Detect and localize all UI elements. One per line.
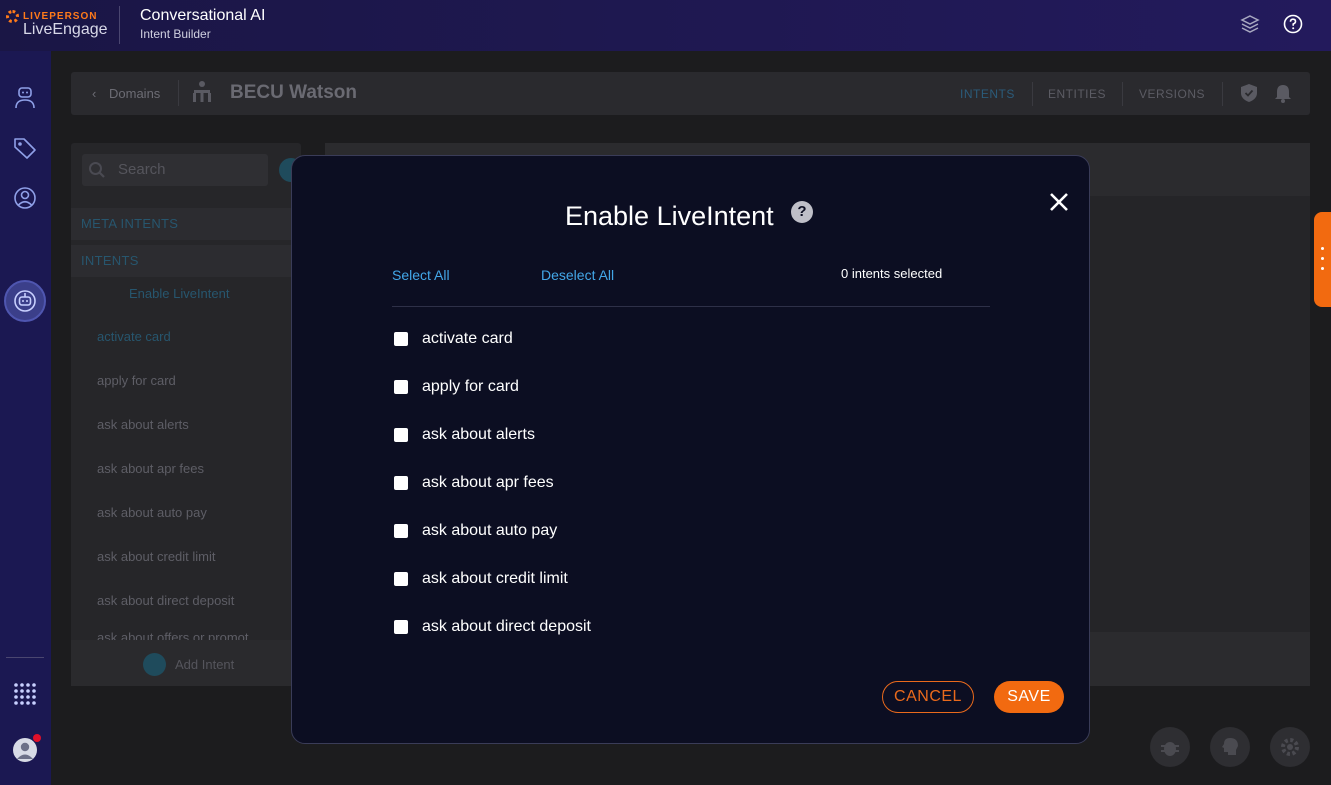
- debug-button[interactable]: [1150, 727, 1190, 767]
- top-bar: LIVEPERSON LiveEngage Conversational AI …: [0, 0, 1331, 51]
- intent-checkbox[interactable]: [394, 476, 408, 490]
- layers-icon[interactable]: [1240, 14, 1260, 34]
- tag-icon[interactable]: [11, 134, 39, 162]
- agent-bot-icon[interactable]: [11, 84, 39, 112]
- list-item[interactable]: ask about auto pay: [97, 505, 207, 520]
- list-item[interactable]: ask about direct deposit: [97, 593, 234, 608]
- add-intent-button[interactable]: Add Intent: [175, 657, 234, 672]
- header-divider: [119, 6, 120, 44]
- save-button[interactable]: SAVE: [994, 681, 1064, 713]
- search-icon: [89, 162, 105, 178]
- tab-entities[interactable]: ENTITIES: [1048, 87, 1106, 101]
- settings-button[interactable]: [1270, 727, 1310, 767]
- feedback-side-tab[interactable]: [1314, 212, 1331, 307]
- brain-icon: [1222, 738, 1238, 755]
- tab-divider: [1222, 82, 1223, 106]
- brain-button[interactable]: [1210, 727, 1250, 767]
- nav-divider: [6, 657, 44, 658]
- list-item[interactable]: apply for card: [97, 373, 176, 388]
- app-title: Conversational AI: [140, 7, 266, 24]
- select-all-link[interactable]: Select All: [392, 267, 450, 283]
- domain-title: BECU Watson: [230, 82, 358, 103]
- brand-name: LiveEngage: [23, 21, 108, 38]
- bug-icon: [1161, 742, 1179, 756]
- liveengage-logo[interactable]: LIVEPERSON LiveEngage: [6, 9, 116, 41]
- tab-intents[interactable]: INTENTS: [960, 87, 1015, 101]
- tab-divider: [1032, 82, 1033, 106]
- close-icon[interactable]: [1046, 189, 1072, 215]
- intent-option-label: ask about direct deposit: [422, 618, 591, 635]
- intent-option-label: apply for card: [422, 378, 519, 395]
- plus-circle-icon[interactable]: [143, 653, 166, 676]
- intent-option-label: ask about auto pay: [422, 522, 558, 539]
- org-chart-icon: [193, 81, 211, 102]
- search-input[interactable]: [82, 154, 268, 186]
- breadcrumb-domains-link[interactable]: Domains: [109, 86, 160, 101]
- intents-header[interactable]: INTENTS: [71, 245, 301, 277]
- liveperson-logo-icon: [6, 10, 19, 23]
- settings-icon: [1281, 738, 1299, 756]
- left-nav: [0, 51, 51, 785]
- modal-title: Enable LiveIntent: [565, 201, 774, 231]
- enable-liveintent-modal: [291, 155, 1090, 744]
- meta-intents-label: META INTENTS: [81, 216, 179, 231]
- intent-option-label: activate card: [422, 330, 513, 347]
- list-item[interactable]: ask about apr fees: [97, 461, 204, 476]
- intent-checkbox[interactable]: [394, 620, 408, 634]
- intent-option-label: ask about credit limit: [422, 570, 568, 587]
- intent-option-label: ask about apr fees: [422, 474, 554, 491]
- intent-option-label: ask about alerts: [422, 426, 535, 443]
- intent-checkbox[interactable]: [394, 380, 408, 394]
- list-item[interactable]: ask about alerts: [97, 417, 189, 432]
- notification-dot: [33, 734, 41, 742]
- intent-checkbox[interactable]: [394, 524, 408, 538]
- tab-versions[interactable]: VERSIONS: [1139, 87, 1205, 101]
- meta-intents-header[interactable]: META INTENTS: [71, 208, 301, 240]
- app-subtitle: Intent Builder: [140, 27, 211, 41]
- chevron-left-icon[interactable]: ‹: [92, 86, 96, 101]
- list-item[interactable]: activate card: [97, 329, 171, 344]
- bell-icon[interactable]: [1274, 83, 1292, 103]
- list-item[interactable]: ask about credit limit: [97, 549, 216, 564]
- intent-checkbox[interactable]: [394, 332, 408, 346]
- intents-label: INTENTS: [81, 253, 139, 268]
- search-placeholder: Search: [118, 161, 166, 178]
- deselect-all-link[interactable]: Deselect All: [541, 267, 614, 283]
- tab-divider: [1122, 82, 1123, 106]
- help-icon[interactable]: [1283, 14, 1303, 34]
- breadcrumb-divider: [178, 80, 179, 106]
- bot-icon[interactable]: [11, 287, 39, 315]
- intent-checkbox[interactable]: [394, 428, 408, 442]
- shield-icon[interactable]: [1240, 83, 1258, 103]
- intent-checkbox[interactable]: [394, 572, 408, 586]
- selected-count: 0 intents selected: [841, 266, 943, 281]
- modal-divider: [392, 306, 990, 307]
- enable-liveintent-link[interactable]: Enable LiveIntent: [129, 286, 229, 301]
- cancel-button[interactable]: CANCEL: [882, 681, 974, 713]
- user-circle-icon[interactable]: [11, 184, 39, 212]
- question-icon[interactable]: ?: [791, 201, 813, 223]
- apps-grid-icon[interactable]: [11, 680, 39, 708]
